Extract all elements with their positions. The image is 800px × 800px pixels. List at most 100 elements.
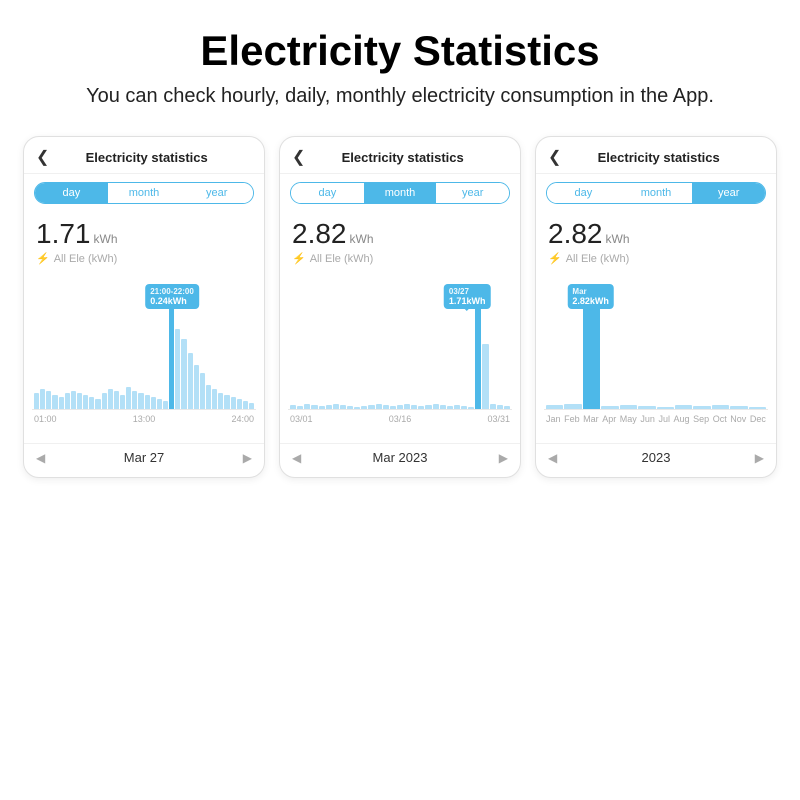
chart-bar — [730, 406, 747, 409]
chart-bar — [249, 403, 254, 409]
nav-label: 2023 — [642, 450, 671, 465]
tab-month[interactable]: month — [364, 183, 437, 203]
chart-bar — [126, 387, 131, 409]
chart-area: 21:00-22:000.24kWh 01:00 13:00 24:00 — [32, 269, 256, 439]
tab-day[interactable]: day — [547, 183, 620, 203]
chart-bar — [418, 406, 424, 409]
chart-bar — [34, 393, 39, 409]
chart-bar — [361, 406, 367, 409]
chart-bar — [347, 406, 353, 409]
back-arrow[interactable]: ❮ — [548, 147, 561, 167]
chart-bar — [482, 344, 488, 409]
chart-bar — [52, 395, 57, 409]
chart-bar — [749, 407, 766, 409]
ele-label: All Ele (kWh) — [310, 253, 374, 265]
chart-bar — [326, 405, 332, 409]
chart-bar — [657, 407, 674, 409]
kwh-unit: kWh — [94, 232, 118, 246]
chart-tooltip: 21:00-22:000.24kWh — [145, 284, 199, 309]
phone-card-phone-month: ❮ Electricity statistics daymonthyear 2.… — [279, 136, 521, 478]
kwh-unit: kWh — [350, 232, 374, 246]
chart-bar — [188, 353, 193, 409]
chart-tooltip: 03/271.71kWh — [444, 284, 491, 309]
chart-bar — [461, 406, 467, 409]
kwh-value: 2.82 — [548, 218, 603, 250]
chart-xaxis: JanFebMarAprMayJunJulAugSepOctNovDec — [544, 412, 768, 424]
chart-area: Mar2.82kWhJanFebMarAprMayJunJulAugSepOct… — [544, 269, 768, 439]
chart-bar — [311, 405, 317, 409]
chart-bar — [340, 405, 346, 409]
phones-row: ❮ Electricity statistics daymonthyear 1.… — [0, 126, 800, 478]
tab-year[interactable]: year — [692, 183, 765, 203]
xaxis-label: Apr — [602, 414, 616, 424]
chart-bar — [163, 401, 168, 409]
chart-bar — [114, 391, 119, 409]
chart-bar — [71, 391, 76, 409]
xaxis-label: Mar — [583, 414, 599, 424]
chart-bar — [620, 405, 637, 409]
chart-bar — [151, 397, 156, 409]
chart-bar — [59, 397, 64, 409]
nav-next[interactable]: ▶ — [499, 451, 508, 465]
xaxis-label: Nov — [730, 414, 746, 424]
chart-bar — [108, 389, 113, 409]
chart-xaxis: 03/0103/1603/31 — [288, 412, 512, 424]
chart-bar — [397, 405, 403, 409]
nav-next[interactable]: ▶ — [755, 451, 764, 465]
kwh-value: 2.82 — [292, 218, 347, 250]
chart-bar — [132, 391, 137, 409]
tab-year[interactable]: year — [436, 183, 509, 203]
chart-bar — [319, 406, 325, 409]
chart-bar — [440, 405, 446, 409]
xaxis-label: 13:00 — [133, 414, 156, 424]
chart-bar — [290, 405, 296, 409]
chart-bar — [224, 395, 229, 409]
xaxis-label: Jun — [640, 414, 655, 424]
chart-xaxis: 01:00 13:00 24:00 — [32, 412, 256, 424]
chart-bar — [712, 405, 729, 409]
tab-month[interactable]: month — [620, 183, 693, 203]
phone-card-phone-year: ❮ Electricity statistics daymonthyear 2.… — [535, 136, 777, 478]
xaxis-label: May — [620, 414, 637, 424]
chart-bar — [564, 404, 581, 409]
nav-next[interactable]: ▶ — [243, 451, 252, 465]
tab-year[interactable]: year — [180, 183, 253, 203]
chart-bar — [200, 373, 205, 409]
chart-bar — [411, 405, 417, 409]
chart-bar — [468, 407, 474, 409]
chart-bar — [504, 406, 510, 409]
chart-bar — [546, 405, 563, 409]
nav-prev[interactable]: ◀ — [292, 451, 301, 465]
xaxis-label: Jan — [546, 414, 561, 424]
xaxis-label: 24:00 — [231, 414, 254, 424]
nav-prev[interactable]: ◀ — [36, 451, 45, 465]
chart-bar — [390, 406, 396, 409]
back-arrow[interactable]: ❮ — [292, 147, 305, 167]
phone-title: Electricity statistics — [57, 150, 236, 165]
chart-bar — [601, 406, 618, 409]
chart-bar — [145, 395, 150, 409]
chart-bar — [231, 397, 236, 409]
tab-day[interactable]: day — [291, 183, 364, 203]
chart-bar — [138, 393, 143, 409]
chart-bar — [206, 385, 211, 409]
chart-bar — [46, 391, 51, 409]
tab-day[interactable]: day — [35, 183, 108, 203]
chart-bar — [194, 365, 199, 409]
xaxis-label: 03/31 — [487, 414, 510, 424]
nav-label: Mar 27 — [124, 450, 164, 465]
xaxis-label: 01:00 — [34, 414, 57, 424]
chart-bar — [89, 397, 94, 409]
chart-bar — [693, 406, 710, 409]
tab-month[interactable]: month — [108, 183, 181, 203]
chart-bar — [157, 399, 162, 409]
chart-bar — [404, 404, 410, 409]
chart-bar — [304, 404, 310, 409]
kwh-value: 1.71 — [36, 218, 91, 250]
nav-label: Mar 2023 — [373, 450, 428, 465]
nav-prev[interactable]: ◀ — [548, 451, 557, 465]
back-arrow[interactable]: ❮ — [36, 147, 49, 167]
chart-bar — [218, 393, 223, 409]
chart-bar — [120, 395, 125, 409]
phone-card-phone-day: ❮ Electricity statistics daymonthyear 1.… — [23, 136, 265, 478]
